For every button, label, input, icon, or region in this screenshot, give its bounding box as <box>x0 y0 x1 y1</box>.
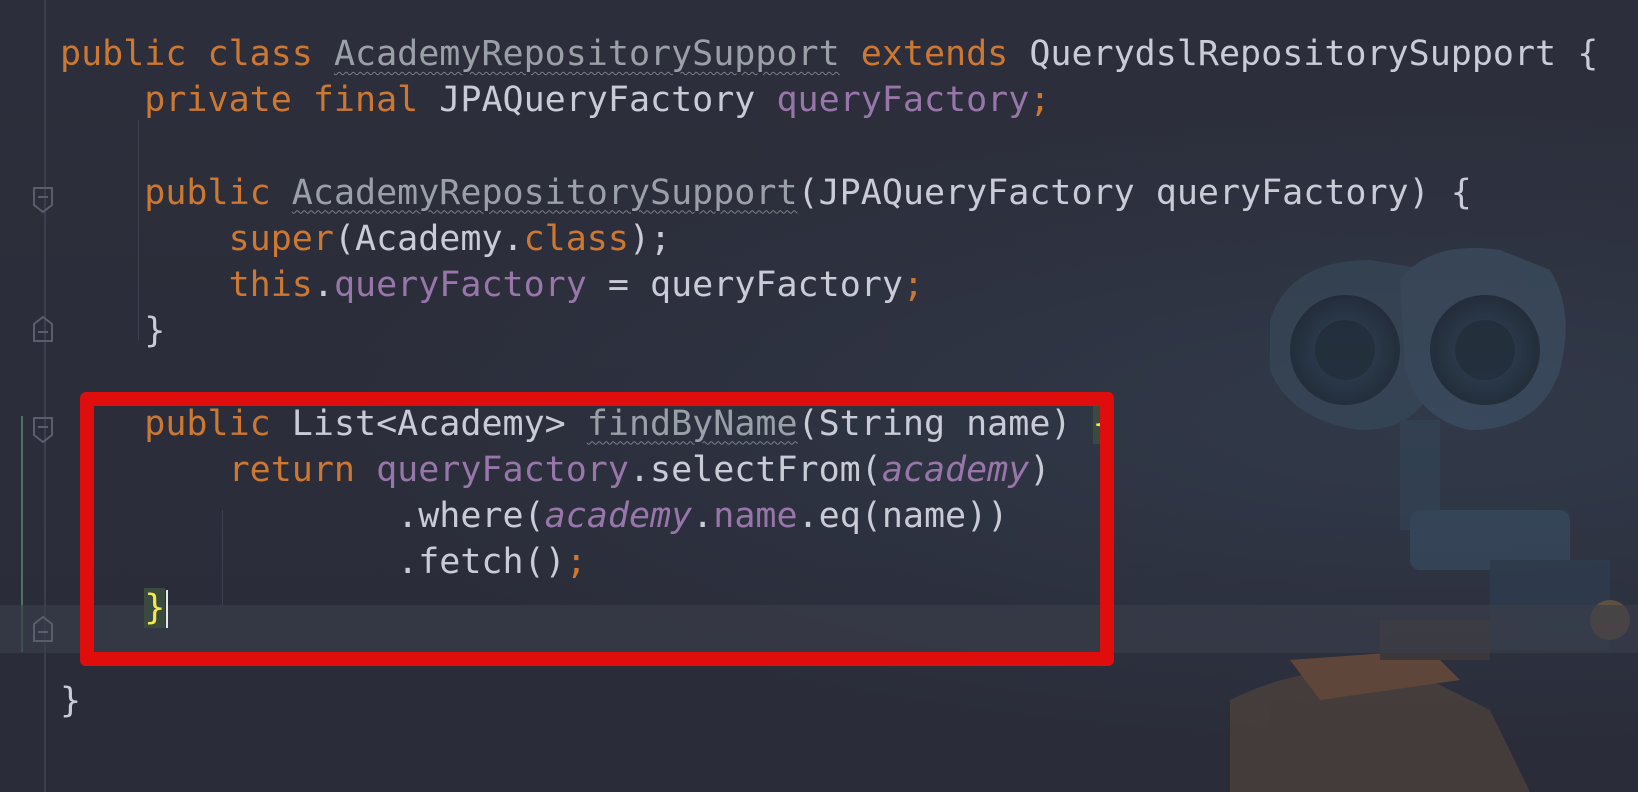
code-token: super <box>60 218 334 259</box>
code-line[interactable]: this.queryFactory = queryFactory; <box>60 261 924 309</box>
code-token: = queryFactory <box>586 265 903 305</box>
code-line[interactable]: public AcademyRepositorySupport(JPAQuery… <box>60 169 1472 217</box>
code-token: (Academy. <box>333 218 524 259</box>
code-token: (JPAQueryFactory queryFactory) { <box>797 172 1472 213</box>
code-line[interactable]: } <box>60 677 81 725</box>
code-line[interactable]: super(Academy.class); <box>60 215 672 263</box>
code-token: private final <box>60 80 440 121</box>
code-token: } <box>60 311 166 352</box>
code-token: ); <box>628 218 672 259</box>
code-token: ; <box>1029 80 1051 121</box>
code-token: AcademyRepositorySupport <box>291 172 798 213</box>
code-token: } <box>60 680 82 721</box>
code-token: . <box>312 265 334 305</box>
code-token: class <box>523 218 629 259</box>
code-token: QuerydslRepositorySupport { <box>1029 34 1599 74</box>
code-token: queryFactory <box>333 265 587 305</box>
code-token: JPAQueryFactory <box>439 80 777 121</box>
code-token: this <box>60 265 313 305</box>
code-token: public <box>60 172 292 213</box>
code-line[interactable]: } <box>60 307 165 355</box>
code-token: ; <box>902 265 924 305</box>
code-token: extends <box>839 34 1030 74</box>
code-line[interactable]: private final JPAQueryFactory queryFacto… <box>60 76 1050 124</box>
code-token: public class <box>60 34 334 74</box>
code-token: AcademyRepositorySupport <box>333 34 840 74</box>
code-editor[interactable]: public class AcademyRepositorySupport ex… <box>0 0 1638 792</box>
red-highlight-box <box>80 392 1114 666</box>
code-token: queryFactory <box>776 80 1030 121</box>
code-line[interactable]: public class AcademyRepositorySupport ex… <box>60 30 1598 78</box>
